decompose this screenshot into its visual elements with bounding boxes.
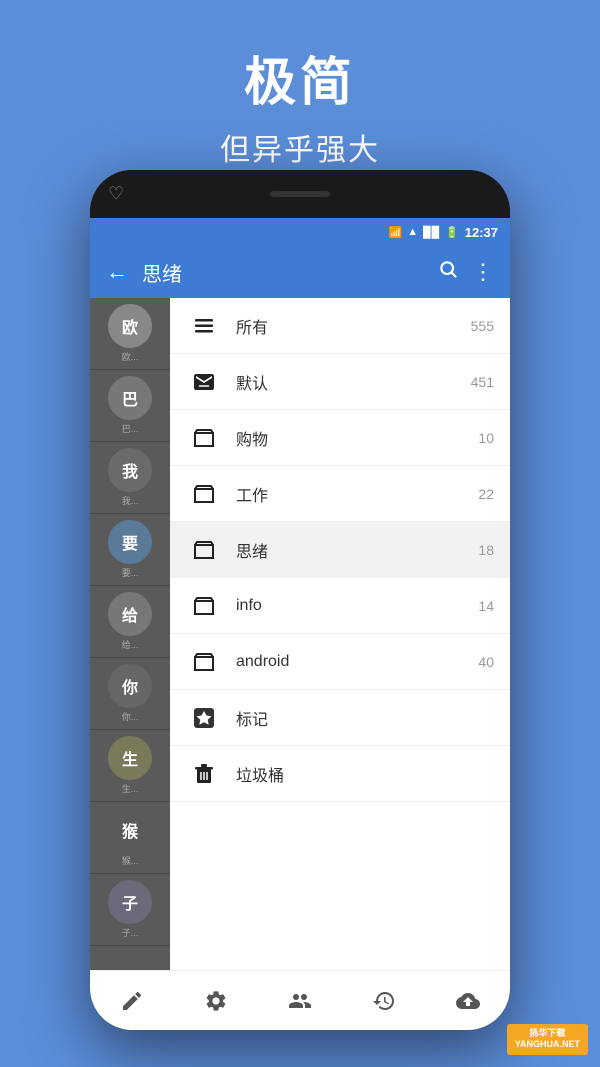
back-button[interactable]: ← [106, 259, 128, 285]
menu-icon-folder-work [186, 476, 222, 512]
phone-top-bezel: ♡ [90, 170, 510, 218]
cloud-icon[interactable] [446, 979, 490, 1023]
menu-icon-inbox [186, 364, 222, 400]
app-subtitle: 但异乎强大 [0, 125, 600, 169]
menu-list: 所有 555 默认 451 [170, 298, 510, 970]
list-item[interactable]: 要 要... [90, 514, 170, 586]
menu-item-default[interactable]: 默认 451 [170, 354, 510, 410]
menu-count: 10 [478, 430, 494, 446]
menu-count: 18 [478, 542, 494, 558]
avatar: 生 [108, 736, 152, 780]
toolbar-title: 思绪 [142, 258, 424, 287]
heart-icon: ♡ [108, 184, 124, 205]
menu-count: 40 [478, 654, 494, 670]
menu-icon-trash [186, 756, 222, 792]
list-item[interactable]: 欧 欧... [90, 298, 170, 370]
menu-icon-folder-android [186, 644, 222, 680]
status-time: 12:37 [465, 225, 498, 240]
status-icons: 📶 ▲ ▉▉ 🔋 [389, 226, 459, 239]
sidebar-label: 给... [122, 638, 139, 651]
list-item[interactable]: 生 生... [90, 730, 170, 802]
menu-label: 垃圾桶 [236, 762, 494, 786]
more-button[interactable]: ⋮ [472, 259, 494, 285]
menu-icon-list [186, 308, 222, 344]
menu-label: info [236, 597, 478, 615]
status-bar: 📶 ▲ ▉▉ 🔋 12:37 [90, 218, 510, 246]
phone-frame: ♡ 📶 ▲ ▉▉ 🔋 12:37 ← 思绪 ⋮ [90, 170, 510, 1030]
signal-icon: ▉▉ [423, 226, 440, 239]
menu-count: 451 [471, 374, 494, 390]
sidebar-label: 猴... [122, 854, 139, 867]
list-item[interactable]: 子 子... [90, 874, 170, 946]
menu-icon-folder-shopping [186, 420, 222, 456]
history-icon[interactable] [362, 979, 406, 1023]
content-area: 欧 欧... 巴 巴... 我 我... 要 要... 给 给... [90, 298, 510, 970]
avatar: 欧 [108, 304, 152, 348]
menu-count: 14 [478, 598, 494, 614]
menu-item-info[interactable]: info 14 [170, 578, 510, 634]
people-icon[interactable] [278, 979, 322, 1023]
menu-icon-star [186, 700, 222, 736]
menu-count: 22 [478, 486, 494, 502]
settings-icon[interactable] [194, 979, 238, 1023]
sidebar-label: 我... [122, 494, 139, 507]
speaker [270, 191, 330, 197]
avatar: 我 [108, 448, 152, 492]
menu-label: 思绪 [236, 538, 478, 562]
menu-label: 工作 [236, 482, 478, 506]
list-item[interactable]: 你 你... [90, 658, 170, 730]
avatar: 子 [108, 880, 152, 924]
sidebar-label: 要... [122, 566, 139, 579]
sidebar-label: 你... [122, 710, 139, 723]
avatar: 要 [108, 520, 152, 564]
list-item[interactable]: 我 我... [90, 442, 170, 514]
search-button[interactable] [438, 259, 458, 285]
menu-icon-folder-info [186, 588, 222, 624]
background: 极简 但异乎强大 ♡ 📶 ▲ ▉▉ 🔋 12:37 ← 思绪 [0, 0, 600, 1067]
menu-count: 555 [471, 318, 494, 334]
menu-label: 标记 [236, 706, 494, 730]
sidebar-label: 生... [122, 782, 139, 795]
menu-label: 购物 [236, 426, 478, 450]
sidebar-label: 巴... [122, 422, 139, 435]
menu-icon-folder-thoughts [186, 532, 222, 568]
menu-item-trash[interactable]: 垃圾桶 [170, 746, 510, 802]
menu-item-shopping[interactable]: 购物 10 [170, 410, 510, 466]
menu-item-starred[interactable]: 标记 [170, 690, 510, 746]
menu-item-work[interactable]: 工作 22 [170, 466, 510, 522]
sim-icon: 📶 [389, 226, 403, 239]
menu-item-android[interactable]: android 40 [170, 634, 510, 690]
avatar: 巴 [108, 376, 152, 420]
menu-label: android [236, 653, 478, 671]
menu-item-thoughts[interactable]: 思绪 18 [170, 522, 510, 578]
left-sidebar: 欧 欧... 巴 巴... 我 我... 要 要... 给 给... [90, 298, 170, 970]
battery-icon: 🔋 [445, 226, 459, 239]
list-item[interactable]: 猴 猴... [90, 802, 170, 874]
wifi-icon: ▲ [407, 226, 418, 238]
app-title: 极简 [0, 40, 600, 115]
avatar: 猴 [108, 808, 152, 852]
menu-item-all[interactable]: 所有 555 [170, 298, 510, 354]
sidebar-label: 欧... [122, 350, 139, 363]
edit-icon[interactable] [110, 979, 154, 1023]
list-item[interactable]: 给 给... [90, 586, 170, 658]
menu-label: 默认 [236, 370, 471, 394]
list-item[interactable]: 巴 巴... [90, 370, 170, 442]
bottom-nav [90, 970, 510, 1030]
toolbar: ← 思绪 ⋮ [90, 246, 510, 298]
watermark: 扬华下载 YANGHUA.NET [507, 1024, 588, 1055]
menu-label: 所有 [236, 314, 471, 338]
avatar: 给 [108, 592, 152, 636]
sidebar-label: 子... [122, 926, 139, 939]
avatar: 你 [108, 664, 152, 708]
